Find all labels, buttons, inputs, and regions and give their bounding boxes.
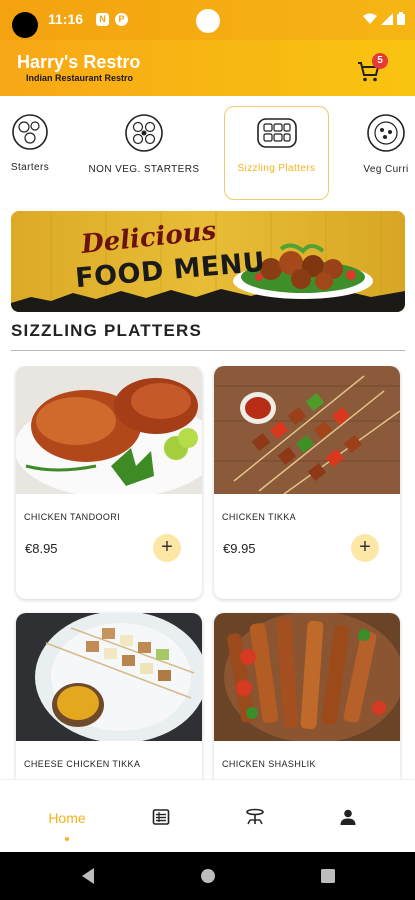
- product-card-cheese-chicken-tikka[interactable]: CHEESE CHICKEN TIKKA: [16, 613, 202, 779]
- app-subtitle: Indian Restaurant Restro: [26, 73, 134, 83]
- cart-button[interactable]: 5: [357, 53, 388, 84]
- category-label: NON VEG. STARTERS: [88, 164, 200, 175]
- profile-icon: [340, 809, 356, 825]
- battery-icon: [397, 12, 405, 25]
- notification-n-icon: N: [96, 13, 109, 26]
- app-title: Harry's Restro: [17, 52, 141, 72]
- chicken-tandoori-image: [16, 366, 202, 494]
- add-to-cart-button[interactable]: +: [153, 534, 181, 562]
- bottom-navigation: Home: [0, 779, 415, 852]
- category-carousel[interactable]: Starters NON VEG. STARTERS Sizzling Plat…: [0, 104, 415, 202]
- product-name: CHICKEN SHASHLIK: [222, 759, 316, 769]
- add-to-cart-button[interactable]: +: [351, 534, 379, 562]
- nav-profile[interactable]: [308, 780, 388, 853]
- starters-plate-icon: [12, 114, 48, 150]
- nav-table-booking[interactable]: [215, 780, 295, 853]
- nav-home-label: Home: [48, 810, 86, 826]
- chicken-tikka-image: [214, 366, 400, 494]
- chicken-shashlik-image: [214, 613, 400, 741]
- category-label: Veg Curri: [363, 164, 409, 175]
- cart-count-badge: 5: [372, 53, 388, 69]
- promo-banner[interactable]: Delicious FOOD MENU: [11, 211, 405, 312]
- product-price: €8.95: [25, 541, 58, 556]
- front-camera: [196, 9, 220, 33]
- home-circle-icon[interactable]: [200, 868, 216, 884]
- section-title: SIZZLING PLATTERS: [11, 321, 203, 340]
- product-name: CHICKEN TANDOORI: [24, 512, 121, 522]
- product-name: CHICKEN TIKKA: [222, 512, 297, 522]
- category-label: Sizzling Platters: [237, 163, 316, 174]
- nav-active-indicator: [65, 837, 69, 841]
- sizzling-platter-icon: [256, 118, 297, 148]
- product-card-chicken-tikka[interactable]: CHICKEN TIKKA €9.95 +: [214, 366, 400, 599]
- category-sizzling-platters[interactable]: Sizzling Platters: [224, 106, 329, 200]
- app-header: Harry's Restro Indian Restaurant Restro …: [0, 40, 415, 96]
- non-veg-plate-icon: [125, 114, 163, 152]
- status-bar: 11:16 N P: [0, 0, 415, 40]
- signal-icon: [381, 12, 393, 25]
- menu-icon: [152, 809, 170, 825]
- product-grid[interactable]: CHICKEN TANDOORI €8.95 + CHICKEN TIKKA €…: [0, 366, 415, 779]
- veg-curry-plate-icon: [367, 114, 405, 152]
- status-time: 11:16: [48, 11, 84, 27]
- recents-icon[interactable]: [320, 868, 336, 884]
- product-card-chicken-tandoori[interactable]: CHICKEN TANDOORI €8.95 +: [16, 366, 202, 599]
- nav-home[interactable]: Home: [27, 780, 107, 853]
- product-card-chicken-shashlik[interactable]: CHICKEN SHASHLIK: [214, 613, 400, 779]
- category-veg-curries[interactable]: Veg Curri: [348, 106, 415, 200]
- back-icon[interactable]: [80, 867, 96, 885]
- cheese-chicken-tikka-image: [16, 613, 202, 741]
- system-navigation-bar: [0, 852, 415, 900]
- camera-cutout: [12, 12, 38, 38]
- section-divider: [11, 350, 405, 351]
- category-starters[interactable]: Starters: [0, 106, 68, 200]
- category-non-veg-starters[interactable]: NON VEG. STARTERS: [82, 106, 206, 200]
- category-label: Starters: [10, 162, 50, 173]
- product-name: CHEESE CHICKEN TIKKA: [24, 759, 141, 769]
- dining-table-icon: [246, 808, 264, 825]
- nav-menu[interactable]: [121, 780, 201, 853]
- wifi-icon: [363, 13, 377, 24]
- product-price: €9.95: [223, 541, 256, 556]
- system-icons: [363, 12, 405, 25]
- notification-p-icon: P: [115, 13, 128, 26]
